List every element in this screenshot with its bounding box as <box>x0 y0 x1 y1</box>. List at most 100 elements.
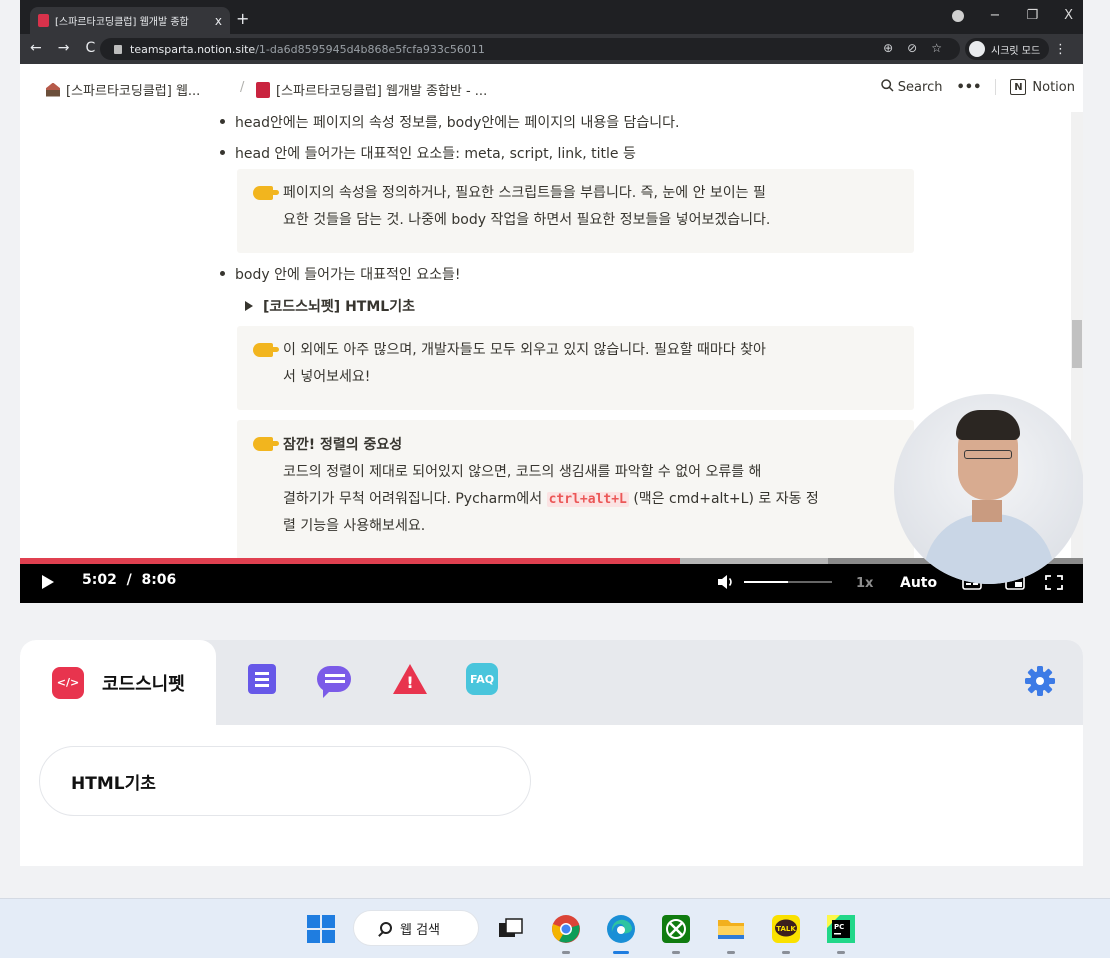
running-indicator <box>837 951 845 954</box>
edge-icon <box>607 915 635 943</box>
presenter-hair <box>956 410 1020 440</box>
tab-report[interactable]: ! <box>393 662 427 696</box>
zoom-icon[interactable]: ⊕ <box>883 41 893 55</box>
webcam-overlay <box>894 394 1083 584</box>
tracking-off-icon[interactable]: ⊘ <box>907 41 917 55</box>
pointing-hand-icon <box>253 186 279 200</box>
breadcrumb-1-label: [스파르타코딩클럽] 웹... <box>66 84 201 99</box>
svg-text:PC: PC <box>834 923 844 931</box>
start-button[interactable] <box>305 913 337 945</box>
presenter-body <box>924 514 1054 584</box>
notion-brand-label: Notion <box>1032 79 1075 95</box>
warning-icon: ! <box>393 664 427 694</box>
incognito-badge[interactable]: 시크릿 모드 <box>965 38 1050 60</box>
current-time: 5:02 <box>82 572 117 588</box>
windows-logo-icon <box>307 915 335 943</box>
more-options-icon[interactable]: ••• <box>956 80 981 95</box>
bookmark-star-icon[interactable]: ☆ <box>931 41 942 55</box>
volume-icon[interactable] <box>717 574 735 590</box>
notion-search-button[interactable]: Search <box>880 79 943 95</box>
castle-icon <box>46 82 60 97</box>
callout-block: 잠깐! 정렬의 중요성 코드의 정렬이 제대로 되어있지 않으면, 코드의 생김… <box>237 420 914 558</box>
edge-app[interactable] <box>605 913 637 945</box>
notion-brand-link[interactable]: N Notion <box>1010 79 1075 95</box>
header-divider <box>995 79 997 95</box>
bullet-dot <box>220 271 225 276</box>
profile-icon[interactable] <box>951 10 964 22</box>
bullet-text: head 안에 들어가는 대표적인 요소들: meta, script, lin… <box>235 146 636 162</box>
omnibox[interactable]: teamsparta.notion.site/1-da6d8595945d4b8… <box>100 38 960 60</box>
faq-icon: FAQ <box>466 663 498 695</box>
tab-label: 코드스니펫 <box>102 673 185 695</box>
toggle-block[interactable]: [코드스뇌펫] HTML기초 <box>245 296 415 316</box>
running-indicator <box>782 951 790 954</box>
reload-button[interactable]: C <box>85 40 95 56</box>
callout-title: 잠깐! 정렬의 중요성 <box>283 437 403 453</box>
bullet-text: body 안에 들어가는 대표적인 요소들! <box>235 267 461 283</box>
video-player[interactable]: [스파르타코딩클럽] 웹개발 종합 x + − ❐ X ← → C teamsp… <box>20 0 1083 603</box>
play-button[interactable] <box>42 575 54 589</box>
callout-text: 이 외에도 아주 많으며, 개발자들도 모두 외우고 있지 않습니다. 필요할 … <box>283 342 766 385</box>
notion-header: [스파르타코딩클럽] 웹... / [스파르타코딩클럽] 웹개발 종합반 - .… <box>20 64 1083 112</box>
taskbar-search[interactable]: 웹 검색 <box>353 910 479 946</box>
scrollbar-thumb[interactable] <box>1072 320 1082 368</box>
chrome-app[interactable] <box>550 913 582 945</box>
breadcrumb-item-2[interactable]: [스파르타코딩클럽] 웹개발 종합반 - ... <box>256 80 487 99</box>
snippet-list-item[interactable]: HTML기초 <box>39 746 531 816</box>
omnibox-actions: ⊕ ⊘ ☆ <box>883 41 942 55</box>
browser-tab-bar: [스파르타코딩클럽] 웹개발 종합 x + − ❐ X <box>20 0 1083 34</box>
playback-speed-button[interactable]: 1x <box>856 576 873 591</box>
volume-slider[interactable] <box>744 581 832 583</box>
forward-button[interactable]: → <box>58 40 70 56</box>
kakaotalk-icon: TALK <box>772 915 800 943</box>
running-indicator <box>672 951 680 954</box>
tab-faq[interactable]: FAQ <box>465 662 499 696</box>
back-button[interactable]: ← <box>30 40 42 56</box>
close-window-button[interactable]: X <box>1064 8 1073 23</box>
toggle-triangle-icon[interactable] <box>245 301 253 311</box>
new-tab-button[interactable]: + <box>236 9 249 28</box>
bullet-item: body 안에 들어가는 대표적인 요소들! <box>220 264 460 284</box>
gear-icon[interactable] <box>1023 664 1057 698</box>
windows-taskbar: 웹 검색 TALK PC <box>0 898 1110 958</box>
window-controls: − ❐ X <box>951 8 1073 23</box>
pointing-hand-icon <box>253 343 279 357</box>
panel-tab-bar: </> 코드스니펫 ! FAQ <box>20 640 1083 725</box>
minimize-button[interactable]: − <box>990 8 1001 23</box>
presenter-glasses <box>964 450 1012 459</box>
svg-text:TALK: TALK <box>776 925 796 933</box>
volume-level <box>744 581 788 583</box>
folder-icon <box>718 920 744 939</box>
code-snippet-icon: </> <box>52 666 84 699</box>
xbox-app[interactable] <box>660 913 692 945</box>
bullet-item: head 안에 들어가는 대표적인 요소들: meta, script, lin… <box>220 143 636 163</box>
tab-code-snippet[interactable]: </> 코드스니펫 <box>20 640 216 725</box>
kakaotalk-app[interactable]: TALK <box>770 913 802 945</box>
breadcrumb-2-label: [스파르타코딩클럽] 웹개발 종합반 - ... <box>276 84 488 99</box>
browser-menu-icon[interactable]: ⋮ <box>1054 42 1067 57</box>
notion-header-actions: Search ••• N Notion <box>880 79 1075 95</box>
pycharm-icon: PC <box>827 915 855 943</box>
tab-title: [스파르타코딩클럽] 웹개발 종합 <box>55 17 189 28</box>
chrome-icon <box>552 915 580 943</box>
browser-tab[interactable]: [스파르타코딩클럽] 웹개발 종합 x <box>30 7 230 34</box>
toggle-label: [코드스뇌펫] HTML기초 <box>263 299 415 315</box>
breadcrumb-item-1[interactable]: [스파르타코딩클럽] 웹... <box>46 80 200 99</box>
lock-icon <box>114 44 122 54</box>
task-view-button[interactable] <box>495 913 527 945</box>
xbox-icon <box>662 915 690 943</box>
callout-text: 페이지의 속성을 정의하거나, 필요한 스크립트들을 부릅니다. 즉, 눈에 안… <box>283 185 771 228</box>
nav-buttons: ← → C <box>30 40 95 56</box>
restore-button[interactable]: ❐ <box>1026 8 1038 23</box>
incognito-icon <box>969 41 985 57</box>
file-explorer-app[interactable] <box>715 913 747 945</box>
tab-close-icon[interactable]: x <box>215 14 222 28</box>
time-display: 5:02 / 8:06 <box>82 572 177 588</box>
breadcrumb-separator: / <box>240 80 245 95</box>
search-label: Search <box>897 80 943 95</box>
tab-checklist[interactable] <box>245 662 279 696</box>
running-indicator <box>562 951 570 954</box>
tab-comments[interactable] <box>317 662 351 698</box>
search-icon <box>380 922 392 934</box>
pycharm-app[interactable]: PC <box>825 913 857 945</box>
